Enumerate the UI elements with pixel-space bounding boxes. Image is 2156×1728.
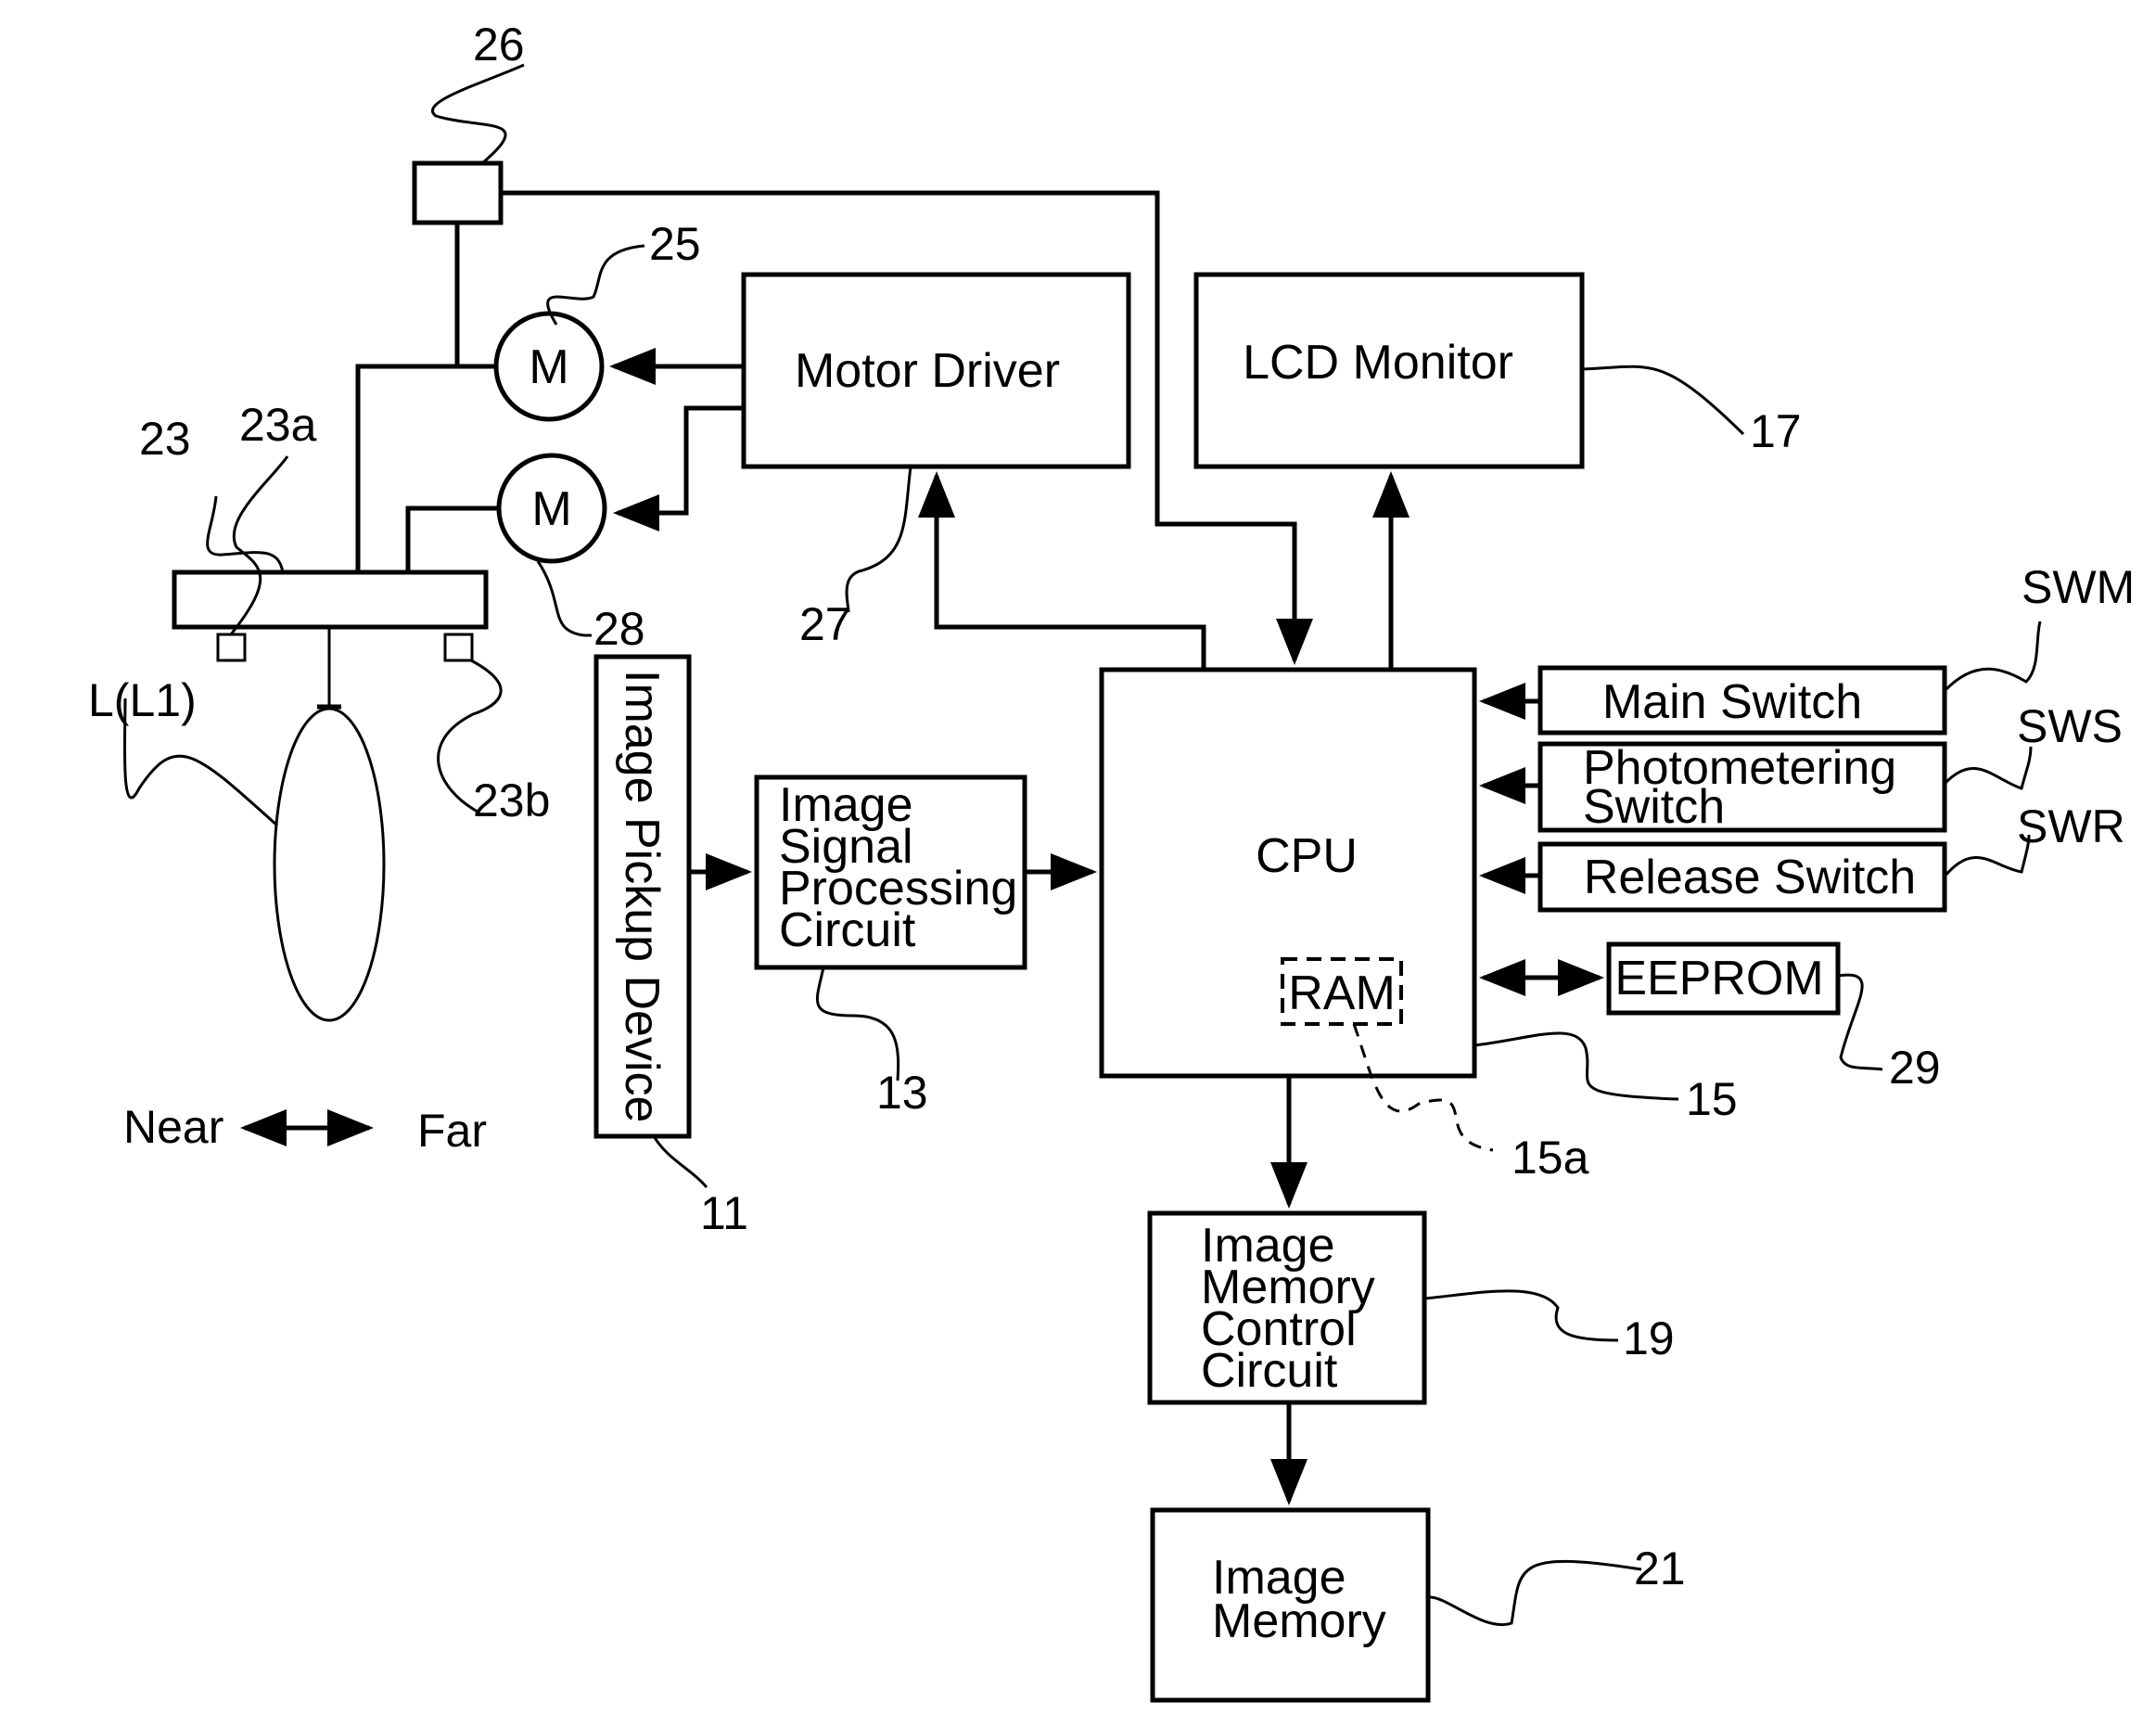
ref-23a: 23a bbox=[239, 399, 317, 451]
lens-L1 bbox=[273, 707, 386, 1022]
line-motor25-to-holder bbox=[355, 364, 496, 572]
ref-26: 26 bbox=[473, 19, 525, 70]
ref-15: 15 bbox=[1686, 1073, 1738, 1125]
lens-holder-23 bbox=[172, 570, 489, 630]
ram-label: RAM bbox=[1288, 966, 1396, 1020]
lens-label: L(L1) bbox=[88, 674, 197, 726]
ref-15a: 15a bbox=[1512, 1132, 1589, 1184]
ref-13: 13 bbox=[876, 1067, 928, 1119]
main-switch-label: Main Switch bbox=[1602, 675, 1862, 729]
ref-17: 17 bbox=[1750, 405, 1802, 457]
ref-11: 11 bbox=[700, 1187, 748, 1239]
lcd-monitor-label: LCD Monitor bbox=[1243, 336, 1513, 390]
cpu-label: CPU bbox=[1256, 829, 1358, 883]
photometering-switch-label-2: Switch bbox=[1583, 780, 1725, 834]
ref-21: 21 bbox=[1634, 1542, 1686, 1594]
motor-28-label: M bbox=[531, 482, 571, 536]
far-label: Far bbox=[417, 1105, 487, 1157]
release-switch-label: Release Switch bbox=[1584, 851, 1916, 904]
ref-swm: SWM bbox=[2022, 561, 2135, 613]
sensor-26-box bbox=[412, 160, 504, 225]
ref-sws: SWS bbox=[2017, 700, 2123, 752]
block-diagram: M M Motor Driver LCD Monitor CPU RAM Mai… bbox=[88, 19, 2135, 1703]
arrow-cpu-to-driver bbox=[918, 471, 1206, 670]
ref-29: 29 bbox=[1889, 1042, 1941, 1094]
motor-driver-label: Motor Driver bbox=[795, 344, 1060, 398]
image-pickup-device-label: Image Pickup Device bbox=[615, 670, 669, 1122]
sensor-23b bbox=[443, 633, 474, 662]
ref-23b: 23b bbox=[473, 774, 550, 826]
isp-label-4: Circuit bbox=[779, 903, 916, 957]
ref-27: 27 bbox=[799, 598, 851, 650]
eeprom-label: EEPROM bbox=[1614, 952, 1823, 1005]
near-label: Near bbox=[123, 1101, 223, 1153]
sensor-23a bbox=[216, 633, 247, 662]
image-memory-label-2: Memory bbox=[1212, 1594, 1386, 1648]
ref-28: 28 bbox=[593, 603, 645, 655]
ref-swr: SWR bbox=[2017, 800, 2125, 852]
ref-23: 23 bbox=[139, 413, 191, 465]
imcc-label-4: Circuit bbox=[1201, 1344, 1338, 1398]
motor-25-label: M bbox=[529, 340, 568, 394]
ref-25: 25 bbox=[649, 218, 701, 270]
ref-19: 19 bbox=[1623, 1312, 1675, 1364]
line-motor28-to-holder bbox=[405, 506, 499, 572]
arrow-driver-to-motor28 bbox=[613, 405, 744, 531]
